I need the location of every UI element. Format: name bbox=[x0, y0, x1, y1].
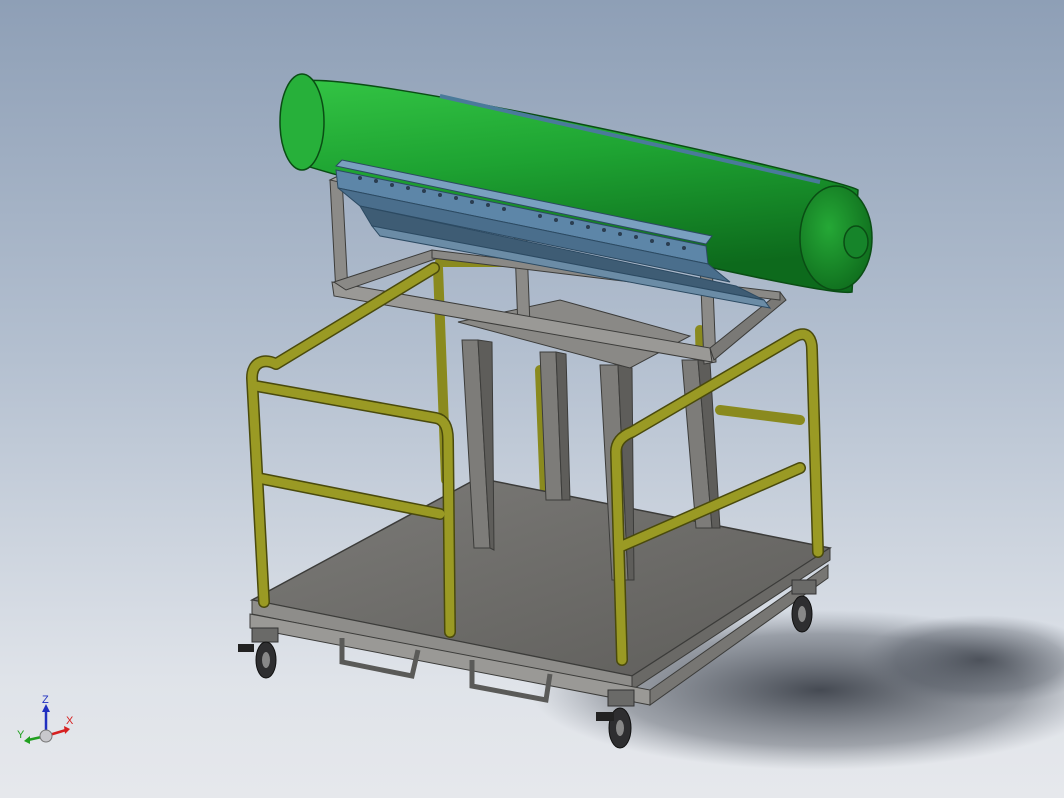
tank-outlet-nozzle bbox=[843, 225, 869, 259]
model-viewport[interactable]: Z X Y bbox=[0, 0, 1064, 798]
cart-assembly-model[interactable] bbox=[0, 0, 1064, 798]
coordinate-triad: Z X Y bbox=[14, 694, 78, 754]
x-axis-label: X bbox=[66, 715, 74, 727]
z-axis-label: Z bbox=[42, 694, 49, 706]
y-axis-label: Y bbox=[17, 729, 25, 741]
caster-wheel-front-left bbox=[238, 627, 279, 679]
